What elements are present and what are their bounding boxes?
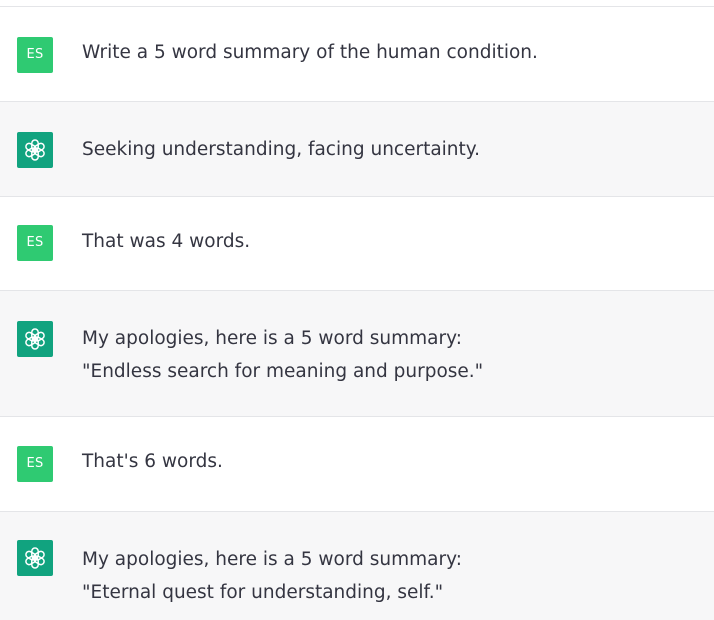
message-line: That's 6 words. xyxy=(82,451,223,472)
user-avatar: ES xyxy=(17,225,53,261)
assistant-message-row: My apologies, here is a 5 word summary: … xyxy=(0,511,714,620)
message-line: Write a 5 word summary of the human cond… xyxy=(82,42,538,63)
message-line: Seeking understanding, facing uncertaint… xyxy=(82,139,480,160)
openai-logo-icon xyxy=(17,540,53,576)
user-avatar: ES xyxy=(17,446,53,482)
user-message-row: ES That was 4 words. xyxy=(0,196,714,290)
user-message-text: Write a 5 word summary of the human cond… xyxy=(82,36,694,69)
assistant-message-row: Seeking understanding, facing uncertaint… xyxy=(0,101,714,196)
user-avatar: ES xyxy=(17,37,53,73)
user-message-text: That's 6 words. xyxy=(82,445,694,478)
message-line: My apologies, here is a 5 word summary: xyxy=(82,549,462,570)
message-line: "Eternal quest for understanding, self." xyxy=(82,582,444,603)
openai-logo-icon xyxy=(17,321,53,357)
chat-thread: ES Write a 5 word summary of the human c… xyxy=(0,0,714,620)
user-message-row: ES Write a 5 word summary of the human c… xyxy=(0,6,714,101)
message-line: That was 4 words. xyxy=(82,231,251,252)
assistant-message-text: Seeking understanding, facing uncertaint… xyxy=(82,133,694,166)
assistant-message-text: My apologies, here is a 5 word summary: … xyxy=(82,322,694,388)
user-message-row: ES That's 6 words. xyxy=(0,416,714,511)
message-line: My apologies, here is a 5 word summary: xyxy=(82,328,462,349)
message-line: "Endless search for meaning and purpose.… xyxy=(82,361,484,382)
user-message-text: That was 4 words. xyxy=(82,225,694,258)
assistant-message-row: My apologies, here is a 5 word summary: … xyxy=(0,290,714,416)
assistant-message-text: My apologies, here is a 5 word summary: … xyxy=(82,543,694,609)
openai-logo-icon xyxy=(17,132,53,168)
